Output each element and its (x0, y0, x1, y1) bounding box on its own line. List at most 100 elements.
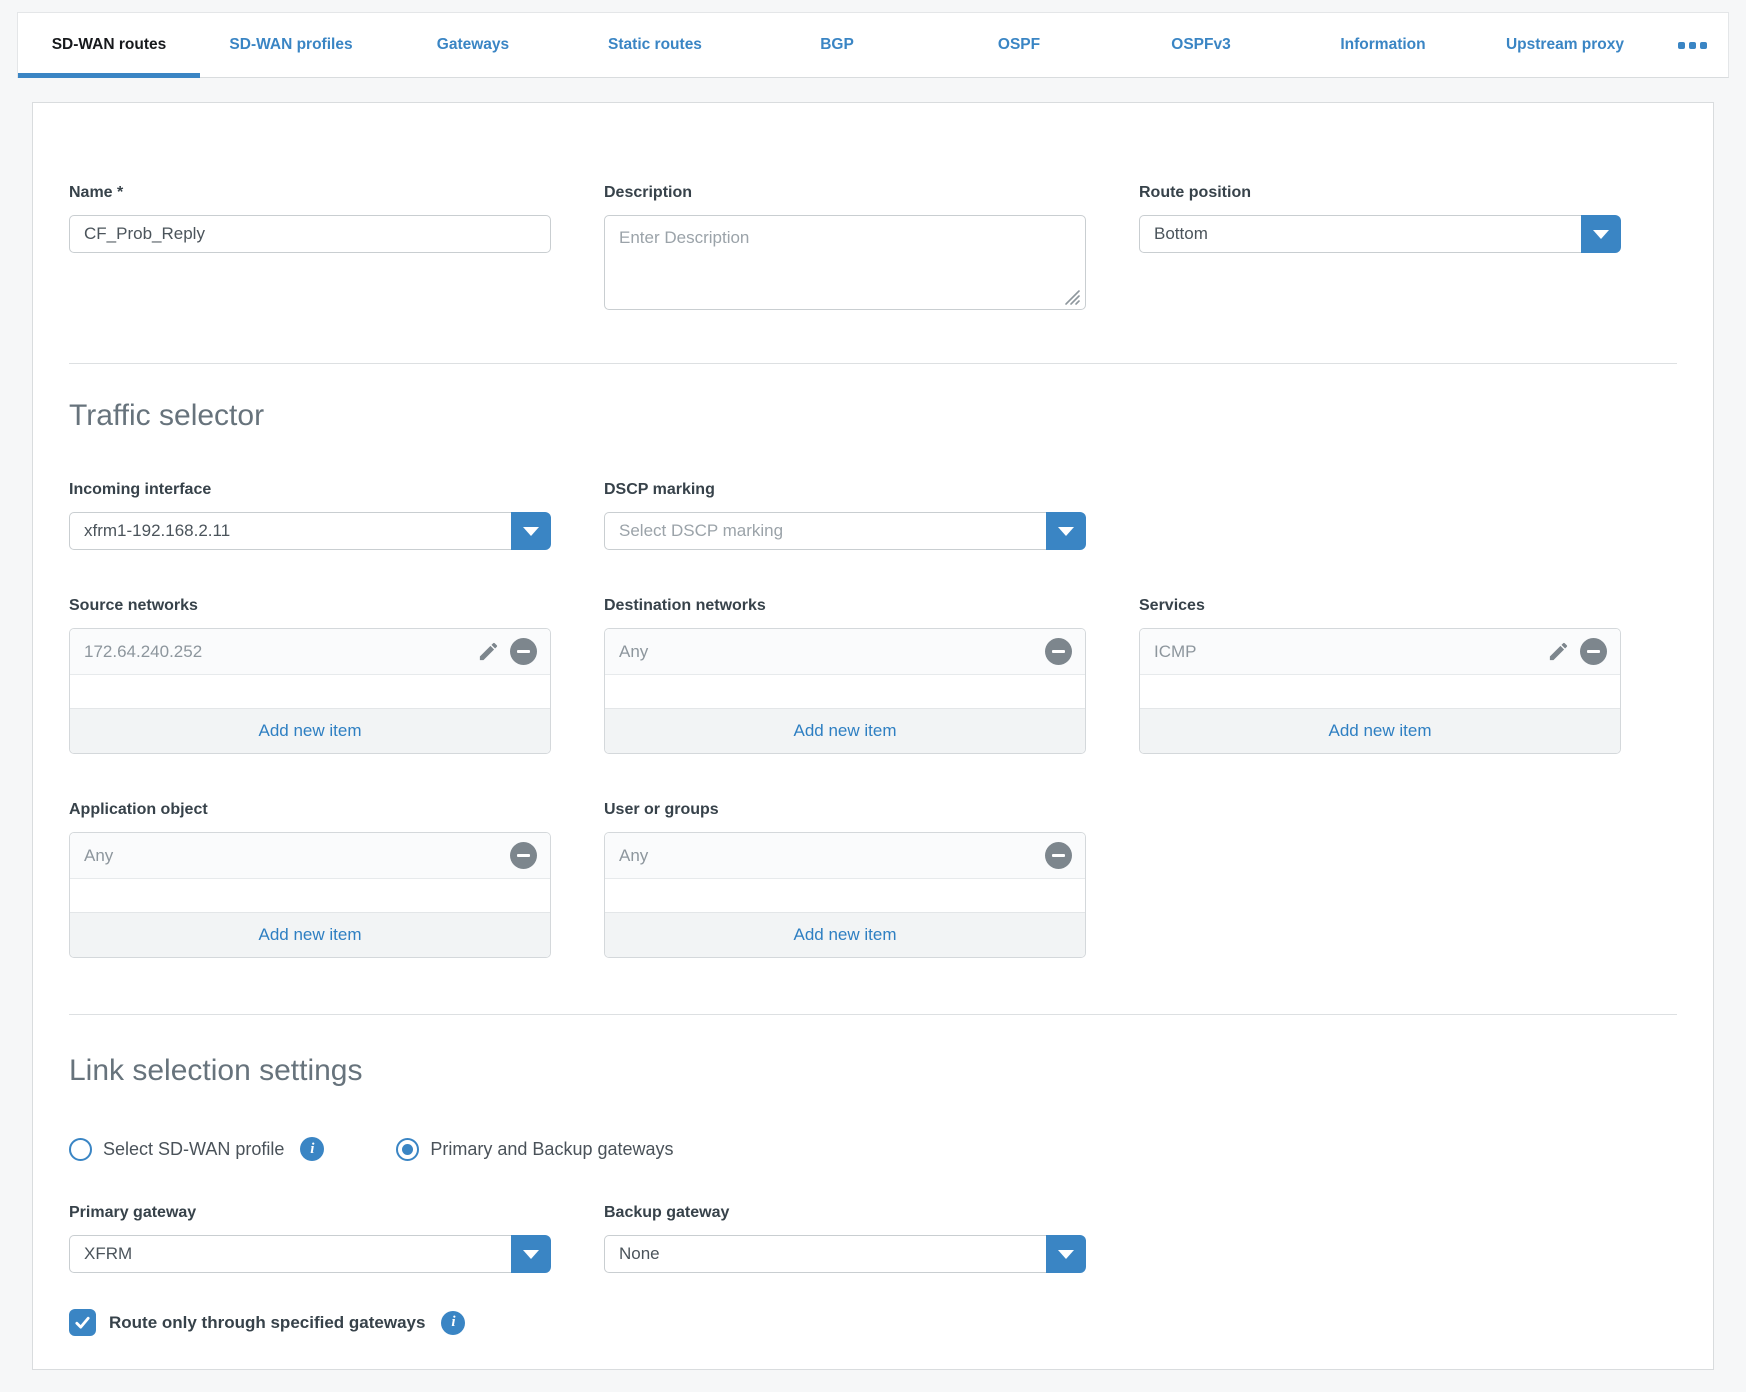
add-new-item-button[interactable]: Add new item (70, 708, 550, 753)
application-object-listbox: Any Add new item (69, 832, 551, 958)
list-item: Any (605, 833, 1085, 879)
radio-select-sdwan-profile[interactable]: Select SD-WAN profile (69, 1138, 284, 1161)
tab-ospfv3[interactable]: OSPFv3 (1110, 13, 1292, 77)
edit-icon[interactable] (477, 640, 500, 663)
incoming-interface-value: xfrm1-192.168.2.11 (69, 512, 511, 550)
description-label: Description (604, 183, 1086, 203)
dscp-marking-group: DSCP marking Select DSCP marking (604, 480, 1086, 550)
ellipsis-dot (1689, 42, 1696, 49)
check-icon (74, 1314, 91, 1331)
remove-icon[interactable] (1045, 842, 1072, 869)
primary-gateway-group: Primary gateway XFRM (69, 1203, 551, 1273)
application-object-group: Application object Any Add new item (69, 800, 551, 958)
tab-sdwan-profiles[interactable]: SD-WAN profiles (200, 13, 382, 77)
radio-label: Primary and Backup gateways (430, 1139, 673, 1160)
chevron-down-icon (1593, 230, 1609, 239)
destination-networks-label: Destination networks (604, 596, 1086, 616)
tab-ospf[interactable]: OSPF (928, 13, 1110, 77)
route-position-value: Bottom (1139, 215, 1581, 253)
backup-gateway-value: None (604, 1235, 1046, 1273)
radio-icon (69, 1138, 92, 1161)
list-item-name: 172.64.240.252 (84, 642, 202, 662)
remove-icon[interactable] (510, 638, 537, 665)
name-label: Name * (69, 183, 551, 203)
route-only-row: Route only through specified gateways i (69, 1309, 1677, 1336)
list-item: ICMP (1140, 629, 1620, 675)
source-networks-group: Source networks 172.64.240.252 Add new i… (69, 596, 551, 754)
list-item-name: Any (84, 846, 113, 866)
tab-sdwan-routes[interactable]: SD-WAN routes (18, 13, 200, 77)
chevron-down-icon (1058, 527, 1074, 536)
remove-icon[interactable] (1580, 638, 1607, 665)
list-item-name: Any (619, 642, 648, 662)
source-networks-listbox: 172.64.240.252 Add new item (69, 628, 551, 754)
services-group: Services ICMP Add new item (1139, 596, 1621, 754)
user-or-groups-listbox: Any Add new item (604, 832, 1086, 958)
source-networks-label: Source networks (69, 596, 551, 616)
remove-icon[interactable] (510, 842, 537, 869)
list-item: 172.64.240.252 (70, 629, 550, 675)
incoming-interface-dropdown-button[interactable] (511, 512, 551, 550)
add-new-item-button[interactable]: Add new item (605, 912, 1085, 957)
dscp-marking-placeholder: Select DSCP marking (604, 512, 1046, 550)
route-position-dropdown-button[interactable] (1581, 215, 1621, 253)
top-tab-bar: SD-WAN routes SD-WAN profiles Gateways S… (17, 12, 1729, 78)
incoming-interface-select[interactable]: xfrm1-192.168.2.11 (69, 512, 551, 550)
list-item-name: Any (619, 846, 648, 866)
dscp-marking-select[interactable]: Select DSCP marking (604, 512, 1086, 550)
remove-icon[interactable] (1045, 638, 1072, 665)
application-object-label: Application object (69, 800, 551, 820)
divider (69, 1014, 1677, 1015)
info-icon[interactable]: i (441, 1311, 465, 1335)
link-selection-title: Link selection settings (69, 1053, 1677, 1089)
description-textarea[interactable] (604, 215, 1086, 310)
incoming-interface-group: Incoming interface xfrm1-192.168.2.11 (69, 480, 551, 550)
backup-gateway-group: Backup gateway None (604, 1203, 1086, 1273)
add-new-item-button[interactable]: Add new item (70, 912, 550, 957)
traffic-selector-title: Traffic selector (69, 398, 1677, 434)
list-item: Any (70, 833, 550, 879)
listbox-empty-space (1140, 675, 1620, 708)
backup-gateway-dropdown-button[interactable] (1046, 1235, 1086, 1273)
destination-networks-group: Destination networks Any Add new item (604, 596, 1086, 754)
add-new-item-button[interactable]: Add new item (605, 708, 1085, 753)
tab-gateways[interactable]: Gateways (382, 13, 564, 77)
radio-label: Select SD-WAN profile (103, 1139, 284, 1160)
incoming-interface-label: Incoming interface (69, 480, 551, 500)
tab-static-routes[interactable]: Static routes (564, 13, 746, 77)
tab-upstream-proxy[interactable]: Upstream proxy (1474, 13, 1656, 77)
dscp-marking-label: DSCP marking (604, 480, 1086, 500)
chevron-down-icon (523, 1250, 539, 1259)
backup-gateway-select[interactable]: None (604, 1235, 1086, 1273)
listbox-empty-space (70, 879, 550, 912)
more-tabs-icon[interactable] (1656, 13, 1728, 77)
route-position-label: Route position (1139, 183, 1621, 203)
divider (69, 363, 1677, 364)
radio-primary-backup-gateways[interactable]: Primary and Backup gateways (396, 1138, 673, 1161)
user-or-groups-label: User or groups (604, 800, 1086, 820)
ellipsis-dot (1678, 42, 1685, 49)
primary-gateway-dropdown-button[interactable] (511, 1235, 551, 1273)
tab-information[interactable]: Information (1292, 13, 1474, 77)
route-only-checkbox[interactable] (69, 1309, 96, 1336)
list-item-name: ICMP (1154, 642, 1197, 662)
tab-bgp[interactable]: BGP (746, 13, 928, 77)
info-icon[interactable]: i (300, 1137, 324, 1161)
primary-gateway-select[interactable]: XFRM (69, 1235, 551, 1273)
dscp-marking-dropdown-button[interactable] (1046, 512, 1086, 550)
services-listbox: ICMP Add new item (1139, 628, 1621, 754)
primary-gateway-label: Primary gateway (69, 1203, 551, 1223)
ellipsis-dot (1700, 42, 1707, 49)
add-new-item-button[interactable]: Add new item (1140, 708, 1620, 753)
route-position-select[interactable]: Bottom (1139, 215, 1621, 253)
sdwan-route-form-card: Name * Description Route position Bottom (32, 102, 1714, 1370)
name-field-group: Name * (69, 183, 551, 253)
listbox-empty-space (605, 879, 1085, 912)
description-field-group: Description (604, 183, 1086, 315)
destination-networks-listbox: Any Add new item (604, 628, 1086, 754)
resize-handle-icon[interactable] (1063, 288, 1081, 306)
edit-icon[interactable] (1547, 640, 1570, 663)
listbox-empty-space (70, 675, 550, 708)
listbox-empty-space (605, 675, 1085, 708)
name-input[interactable] (69, 215, 551, 253)
